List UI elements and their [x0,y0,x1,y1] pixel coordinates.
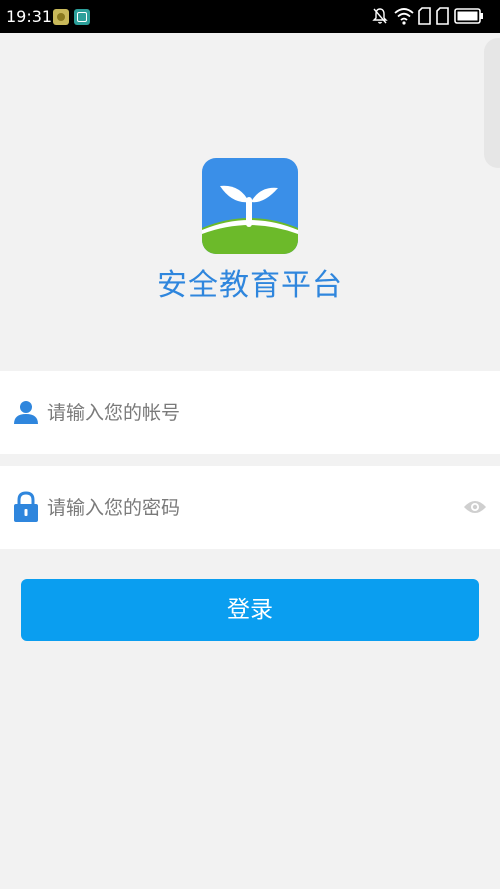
app-notification-icon [53,9,69,25]
scan-notification-icon [74,9,90,25]
app-logo [202,158,298,254]
sim-card-icon [436,7,449,25]
mute-bell-icon [372,8,388,24]
side-pull-handle[interactable] [484,38,500,168]
app-title: 安全教育平台 [157,268,343,303]
battery-icon [454,8,483,24]
password-field[interactable]: 请输入您的密码 [0,466,500,549]
user-icon [14,401,38,424]
wifi-icon [394,8,414,25]
status-bar: 19:31 [0,0,500,33]
password-placeholder: 请输入您的密码 [47,497,181,519]
status-icons [372,7,492,27]
lock-icon [14,491,38,522]
sprout-logo-icon [202,158,298,254]
status-time: 19:31 [6,7,53,26]
show-password-eye-icon[interactable] [463,499,487,515]
account-field[interactable]: 请输入您的帐号 [0,371,500,454]
login-button[interactable]: 登录 [21,579,479,641]
account-placeholder: 请输入您的帐号 [47,402,181,424]
sim-card-icon [418,7,431,25]
